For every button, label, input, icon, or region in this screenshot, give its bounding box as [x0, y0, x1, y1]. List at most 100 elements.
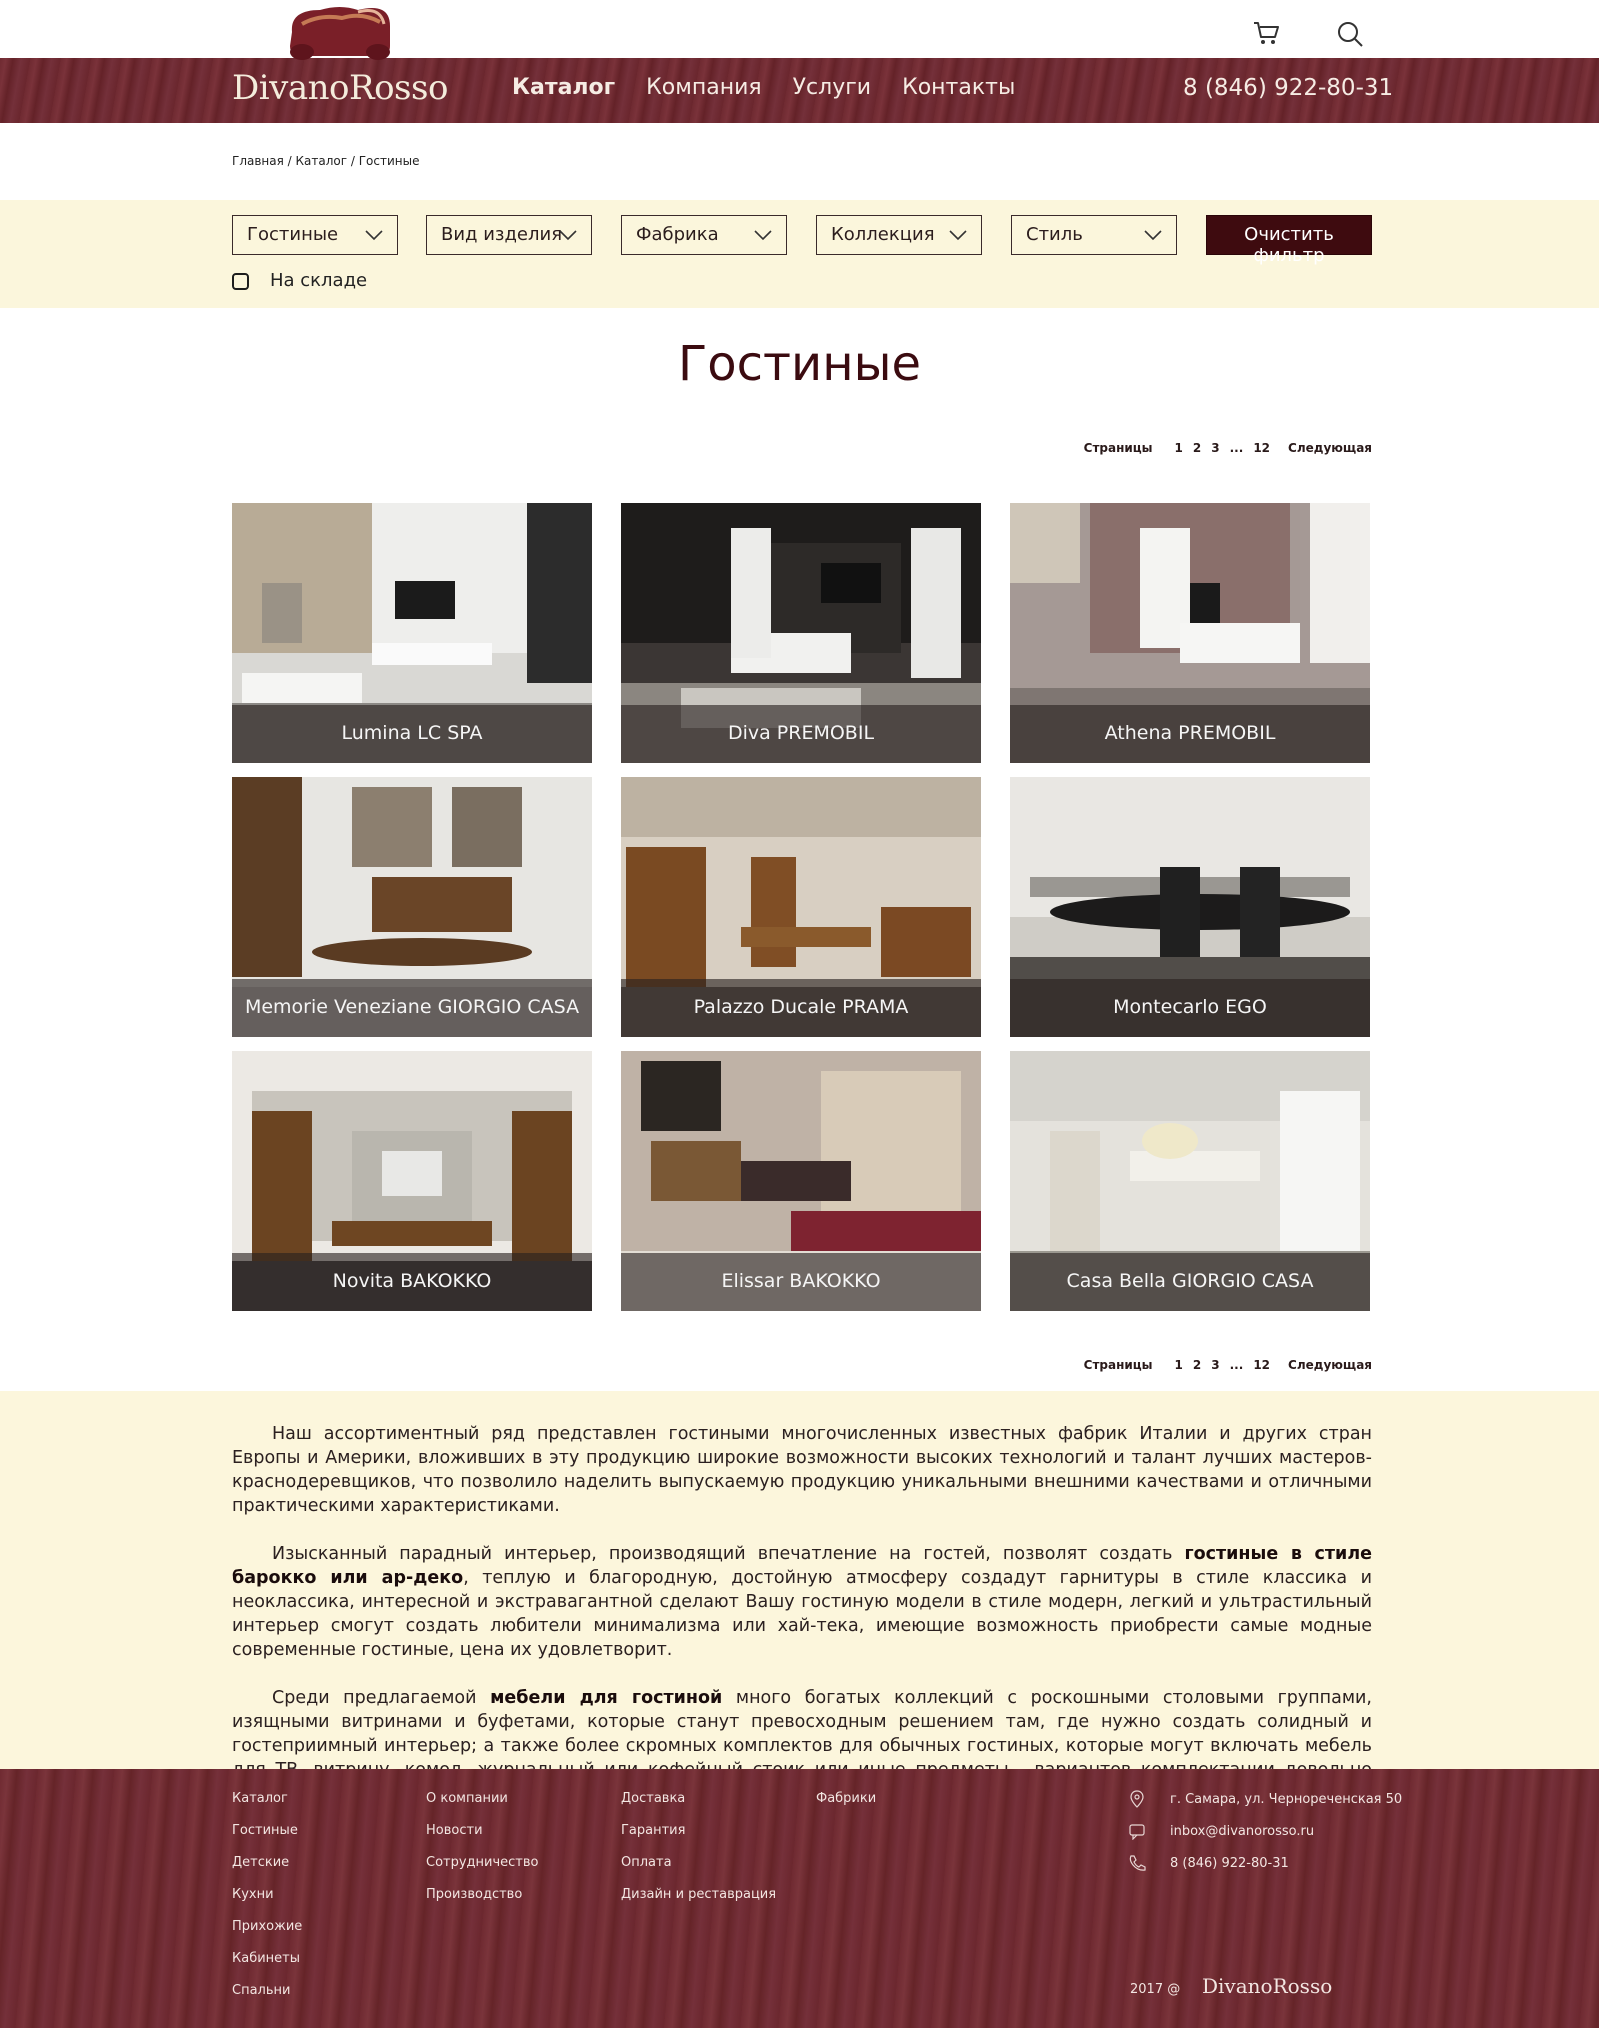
- footer-link[interactable]: О компании: [426, 1791, 539, 1823]
- sofa-logo-icon[interactable]: [272, 2, 408, 72]
- page-link-last[interactable]: 12: [1253, 441, 1270, 455]
- in-stock-label: На складе: [270, 270, 368, 291]
- filter-factory-select[interactable]: Фабрика: [621, 215, 787, 255]
- product-name: Diva PREMOBIL: [621, 705, 981, 763]
- footer-link[interactable]: Фабрики: [816, 1791, 876, 1823]
- footer-address-text: г. Самара, ул. Чернореченская 50: [1170, 1791, 1403, 1807]
- product-card[interactable]: Memorie Veneziane GIORGIO CASA: [232, 777, 592, 1037]
- breadcrumb-home[interactable]: Главная: [232, 154, 284, 168]
- footer-link[interactable]: Дизайн и реставрация: [621, 1887, 776, 1919]
- filter-category-value: Гостиные: [247, 224, 339, 245]
- chevron-down-icon: [365, 230, 383, 241]
- breadcrumb-separator: /: [283, 154, 296, 168]
- search-icon[interactable]: [1336, 20, 1364, 48]
- filter-style-select[interactable]: Стиль: [1011, 215, 1177, 255]
- logo-text[interactable]: DivanoRosso: [232, 68, 448, 108]
- clear-filter-button[interactable]: Очистить фильтр: [1206, 215, 1372, 266]
- chat-icon: [1129, 1824, 1145, 1840]
- footer-email-link[interactable]: inbox@divanorosso.ru: [1170, 1824, 1314, 1839]
- footer-link[interactable]: Оплата: [621, 1855, 776, 1887]
- footer-link[interactable]: Кабинеты: [232, 1951, 302, 1983]
- product-name: Casa Bella GIORGIO CASA: [1010, 1253, 1370, 1311]
- product-name: Athena PREMOBIL: [1010, 705, 1370, 763]
- product-name: Novita BAKOKKO: [232, 1253, 592, 1311]
- breadcrumb-separator: /: [347, 154, 359, 168]
- footer-link[interactable]: Детские: [232, 1855, 302, 1887]
- footer-service-links: Доставка Гарантия Оплата Дизайн и рестав…: [621, 1791, 776, 1919]
- chevron-down-icon: [1144, 230, 1162, 241]
- filter-style-value: Стиль: [1026, 224, 1083, 245]
- footer-link[interactable]: Спальни: [232, 1983, 302, 2015]
- footer-link[interactable]: Производство: [426, 1887, 539, 1919]
- product-name: Memorie Veneziane GIORGIO CASA: [232, 979, 592, 1037]
- cart-icon[interactable]: [1252, 20, 1280, 46]
- footer-email: inbox@divanorosso.ru: [1128, 1822, 1314, 1840]
- phone-icon: [1129, 1855, 1146, 1871]
- page-link-3[interactable]: 3: [1211, 1358, 1219, 1372]
- page-link-1[interactable]: 1: [1175, 441, 1183, 455]
- pagination-label: Страницы: [1083, 441, 1153, 455]
- product-card[interactable]: Montecarlo EGO: [1010, 777, 1370, 1037]
- footer-link[interactable]: Кухни: [232, 1887, 302, 1919]
- product-card[interactable]: Palazzo Ducale PRAMA: [621, 777, 981, 1037]
- page-link-2[interactable]: 2: [1193, 441, 1201, 455]
- product-card[interactable]: Novita BAKOKKO: [232, 1051, 592, 1311]
- nav-item-company[interactable]: Компания: [646, 75, 761, 100]
- footer-company-links: О компании Новости Сотрудничество Произв…: [426, 1791, 539, 1919]
- nav-item-services[interactable]: Услуги: [793, 75, 871, 100]
- footer-link[interactable]: Сотрудничество: [426, 1855, 539, 1887]
- filter-collection-value: Коллекция: [831, 224, 935, 245]
- product-card[interactable]: Lumina LC SPA: [232, 503, 592, 763]
- footer-link[interactable]: Доставка: [621, 1791, 776, 1823]
- footer-link[interactable]: Прихожие: [232, 1919, 302, 1951]
- description-paragraph-2: Изысканный парадный интерьер, производящ…: [232, 1542, 1372, 1662]
- breadcrumb-catalog[interactable]: Каталог: [296, 154, 348, 168]
- product-card[interactable]: Casa Bella GIORGIO CASA: [1010, 1051, 1370, 1311]
- nav-item-catalog[interactable]: Каталог: [512, 75, 615, 100]
- footer-catalog-links: Каталог Гостиные Детские Кухни Прихожие …: [232, 1791, 302, 2015]
- nav-item-contacts[interactable]: Контакты: [902, 75, 1015, 100]
- filter-type-value: Вид изделия: [441, 224, 563, 245]
- pagination-bottom: Страницы 1 2 3 ... 12 Следующая: [1084, 1358, 1372, 1372]
- product-card[interactable]: Elissar BAKOKKO: [621, 1051, 981, 1311]
- next-page-link[interactable]: Следующая: [1288, 441, 1372, 455]
- footer-link[interactable]: Новости: [426, 1823, 539, 1855]
- footer-link[interactable]: Гарантия: [621, 1823, 776, 1855]
- filter-category-select[interactable]: Гостиные: [232, 215, 398, 255]
- next-page-link[interactable]: Следующая: [1288, 1358, 1372, 1372]
- breadcrumb: Главная / Каталог / Гостиные: [232, 154, 419, 168]
- footer-logo[interactable]: DivanoRosso: [1202, 1974, 1332, 1998]
- chevron-down-icon: [754, 230, 772, 241]
- footer-address: г. Самара, ул. Чернореченская 50: [1128, 1790, 1402, 1808]
- footer-link[interactable]: Гостиные: [232, 1823, 302, 1855]
- page-link-2[interactable]: 2: [1193, 1358, 1201, 1372]
- product-card[interactable]: Diva PREMOBIL: [621, 503, 981, 763]
- filter-factory-value: Фабрика: [636, 224, 719, 245]
- main-nav: Каталог Компания Услуги Контакты: [512, 75, 1015, 100]
- product-name: Lumina LC SPA: [232, 705, 592, 763]
- product-name: Elissar BAKOKKO: [621, 1253, 981, 1311]
- copyright: 2017 @: [1130, 1982, 1181, 1997]
- in-stock-checkbox[interactable]: На складе: [232, 270, 367, 291]
- footer-factory-links: Фабрики: [816, 1791, 876, 1823]
- page-link-1[interactable]: 1: [1175, 1358, 1183, 1372]
- page-title: Гостиные: [678, 336, 921, 392]
- breadcrumb-current: Гостиные: [358, 154, 420, 168]
- pagination-label: Страницы: [1083, 1358, 1153, 1372]
- footer-phone-text[interactable]: 8 (846) 922-80-31: [1170, 1856, 1289, 1871]
- footer-phone: 8 (846) 922-80-31: [1128, 1854, 1289, 1872]
- description-link-furniture[interactable]: мебели для гостиной: [490, 1688, 722, 1708]
- page-link-last[interactable]: 12: [1253, 1358, 1270, 1372]
- filter-type-select[interactable]: Вид изделия: [426, 215, 592, 255]
- footer-link[interactable]: Каталог: [232, 1791, 302, 1823]
- pagination-ellipsis: ...: [1229, 1358, 1244, 1372]
- header-phone[interactable]: 8 (846) 922-80-31: [1183, 75, 1393, 101]
- product-card[interactable]: Athena PREMOBIL: [1010, 503, 1370, 763]
- description-paragraph-1: Наш ассортиментный ряд представлен гости…: [232, 1424, 1372, 1516]
- pagination-ellipsis: ...: [1229, 441, 1244, 455]
- chevron-down-icon: [949, 230, 967, 241]
- pagination-top: Страницы 1 2 3 ... 12 Следующая: [1084, 441, 1372, 455]
- checkbox-icon[interactable]: [232, 273, 249, 290]
- page-link-3[interactable]: 3: [1211, 441, 1219, 455]
- filter-collection-select[interactable]: Коллекция: [816, 215, 982, 255]
